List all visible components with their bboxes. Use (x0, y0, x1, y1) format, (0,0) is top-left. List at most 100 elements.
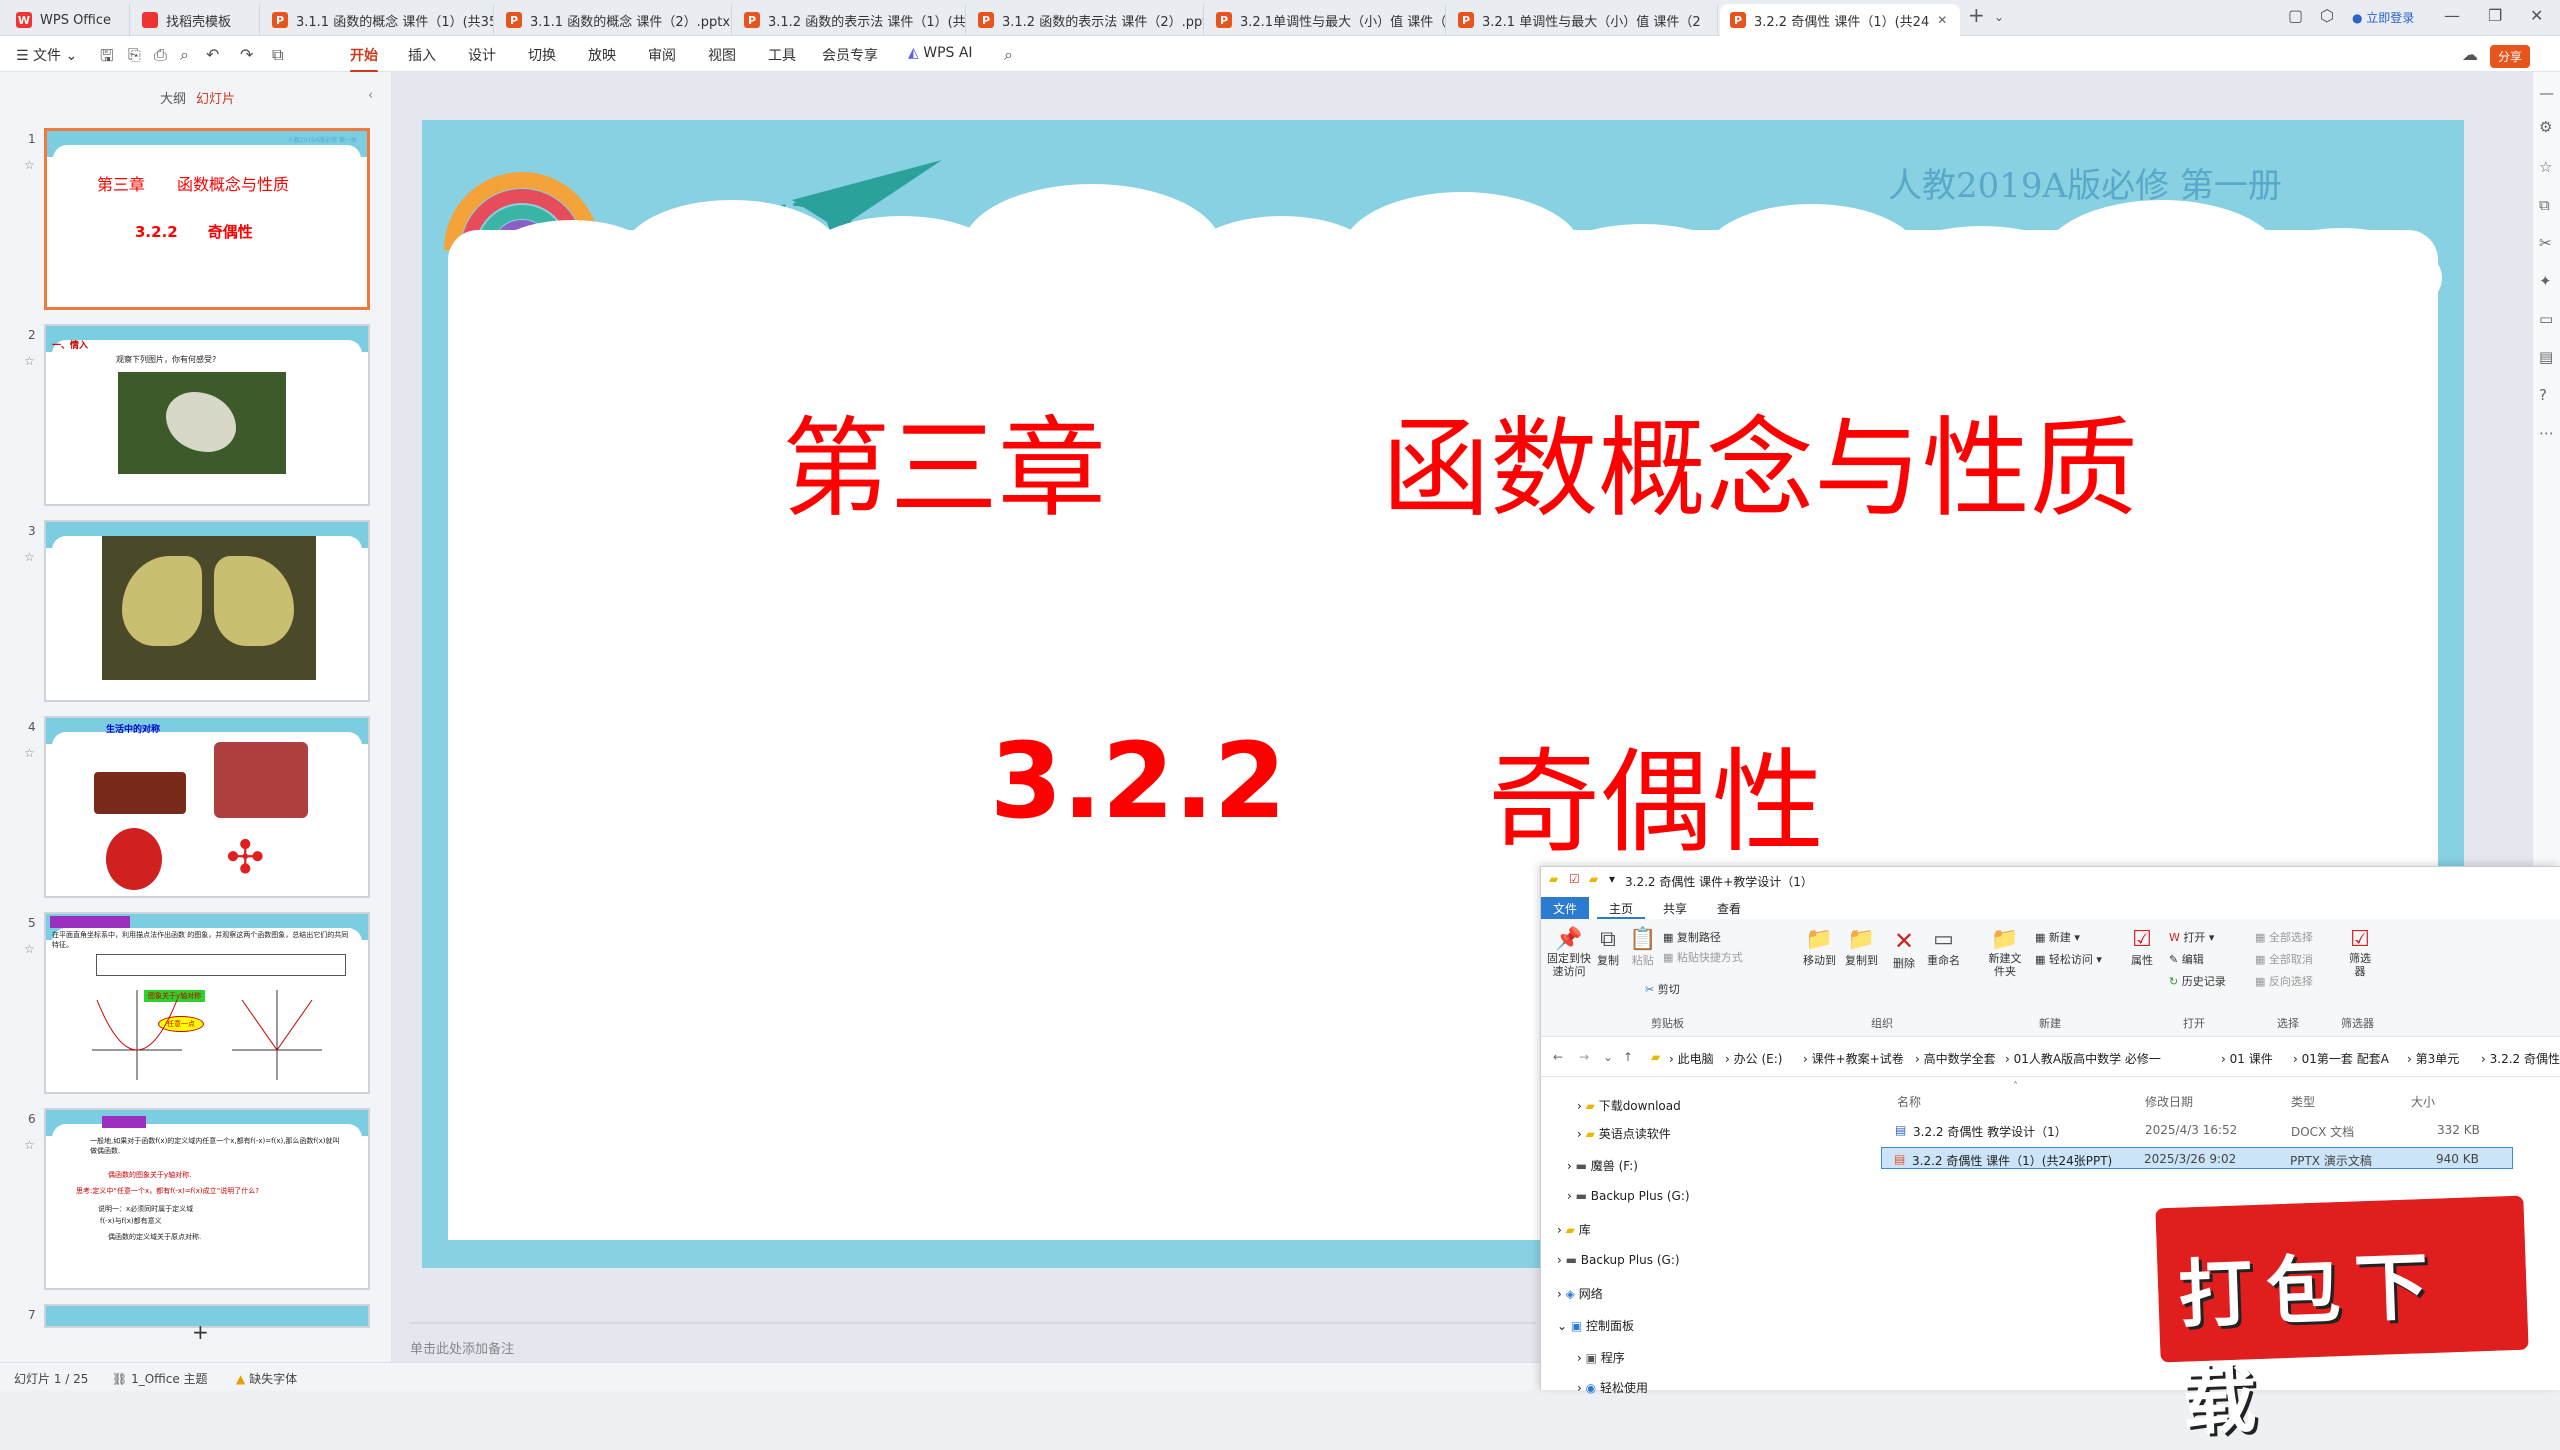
tree-item[interactable]: › ▣ 程序 (1577, 1349, 1625, 1366)
tab-doc-2[interactable]: P 3.1.1 函数的概念 课件（2）.pptx (496, 4, 732, 36)
tree-item[interactable]: › ▰ 下载download (1577, 1097, 1681, 1114)
menu-member[interactable]: 会员专享 (822, 45, 878, 65)
invert-selection-button[interactable]: ▦ 反向选择 (2255, 973, 2313, 989)
search-icon[interactable]: ⌕ (1004, 45, 1013, 65)
wps-ai-button[interactable]: ◭ WPS AI (908, 45, 973, 61)
tab-doc-1[interactable]: P 3.1.1 函数的概念 课件（1）(共35张 (262, 4, 494, 36)
chapter-label[interactable]: 第三章 (782, 382, 1106, 538)
file-menu[interactable]: ☰ 文件 ⌄ (16, 45, 77, 65)
undo-icon[interactable]: ↶ (206, 45, 219, 64)
easy-access-button[interactable]: ▦ 轻松访问 ▾ (2035, 951, 2102, 967)
copy-to-button[interactable]: 📁 复制到 (1845, 927, 1878, 968)
star-icon[interactable]: ☆ (2539, 158, 2552, 176)
recent-icon[interactable]: ⌄ (1603, 1050, 1613, 1064)
new-tab-button[interactable]: + (1968, 3, 1985, 27)
breadcrumb-7[interactable]: › 第3单元 (2407, 1050, 2459, 1067)
breadcrumb-5[interactable]: › 01 课件 (2221, 1050, 2273, 1067)
edit-button[interactable]: ✎ 编辑 (2169, 951, 2204, 967)
select-all-button[interactable]: ▦ 全部选择 (2255, 929, 2313, 945)
column-name[interactable]: 名称 (1897, 1093, 1921, 1110)
tools-icon[interactable]: ✂ (2539, 234, 2552, 252)
breadcrumb-6[interactable]: › 01第一套 配套A (2293, 1050, 2389, 1067)
export-icon[interactable]: ⎘ (128, 45, 141, 65)
column-type[interactable]: 类型 (2291, 1093, 2315, 1110)
section-number[interactable]: 3.2.2 (990, 720, 1286, 842)
star-icon[interactable]: ☆ (24, 746, 35, 760)
chevron-down-icon[interactable]: ⌄ (1994, 10, 2004, 24)
folder-icon[interactable]: ▰ (1589, 872, 1598, 886)
tree-item[interactable]: › ▰ 库 (1557, 1221, 1591, 1238)
breadcrumb-8[interactable]: › 3.2.2 奇偶性 (2481, 1050, 2560, 1067)
slide-thumb-6[interactable]: 一般地,如果对于函数f(x)的定义域内任意一个x,都有f(-x)=f(x),那么… (44, 1108, 370, 1290)
tab-doc-6[interactable]: P 3.2.1 单调性与最大（小）值 课件（2 (1448, 4, 1718, 36)
back-icon[interactable]: ← (1553, 1050, 1563, 1064)
menu-tools[interactable]: 工具 (768, 45, 796, 65)
breadcrumb-2[interactable]: › 课件+教案+试卷 (1803, 1050, 1904, 1067)
tree-item[interactable]: › ▰ 英语点读软件 (1577, 1125, 1671, 1142)
login-link[interactable]: ● 立即登录 (2352, 9, 2414, 26)
tab-template[interactable]: 找稻壳模板 (132, 4, 260, 36)
copy-button[interactable]: ⧉ 复制 (1597, 927, 1619, 968)
tree-item[interactable]: › ▬ 魔兽 (F:) (1567, 1157, 1638, 1174)
breadcrumb-0[interactable]: › 此电脑 (1669, 1050, 1714, 1067)
minus-icon[interactable]: — (2539, 84, 2554, 102)
theme-name[interactable]: ⛓ 1_Office 主题 (112, 1370, 208, 1387)
tab-doc-3[interactable]: P 3.1.2 函数的表示法 课件（1）(共28 (734, 4, 966, 36)
window-layout-icon[interactable]: ▢ (2288, 6, 2303, 25)
star-icon[interactable]: ☆ (24, 158, 35, 172)
check-icon[interactable]: ☑ (1569, 872, 1580, 886)
tree-item[interactable]: › ▬ Backup Plus (G:) (1557, 1253, 1680, 1267)
slide-thumb-3[interactable] (44, 520, 370, 702)
up-icon[interactable]: ↑ (1623, 1050, 1633, 1064)
notes-divider[interactable] (410, 1322, 1536, 1324)
notes-placeholder[interactable]: 单击此处添加备注 (410, 1338, 514, 1357)
save-icon[interactable]: 🖫 (100, 45, 114, 72)
share-button[interactable]: 分享 (2490, 45, 2531, 68)
window-icon[interactable]: ▭ (2539, 310, 2553, 328)
add-slide-button[interactable]: + (192, 1320, 209, 1344)
ribbon-tab-view[interactable]: 查看 (1705, 897, 1753, 919)
paste-shortcut-button[interactable]: ▦ 粘贴快捷方式 (1663, 949, 1743, 965)
tree-item[interactable]: › ◉ 轻松使用 (1577, 1379, 1648, 1396)
format-icon[interactable]: ⧉ (272, 45, 283, 65)
menu-slideshow[interactable]: 放映 (588, 45, 616, 65)
file-row-selected[interactable]: ▤ 3.2.2 奇偶性 课件（1）(共24张PPT) 2025/3/26 9:0… (1881, 1147, 2513, 1169)
column-date[interactable]: 修改日期 (2145, 1093, 2193, 1110)
ribbon-tab-home[interactable]: 主页 (1597, 897, 1646, 919)
paste-button[interactable]: 📋 粘贴 (1629, 927, 1656, 968)
breadcrumb-3[interactable]: › 高中数学全套 (1915, 1050, 1996, 1067)
breadcrumb-1[interactable]: › 办公 (E:) (1725, 1050, 1782, 1067)
tab-doc-5[interactable]: P 3.2.1单调性与最大（小）值 课件（1 (1206, 4, 1446, 36)
print-icon[interactable]: ⎙ (154, 45, 167, 65)
filter-button[interactable]: ☑ 筛选器 (2345, 927, 2375, 978)
properties-button[interactable]: ☑ 属性 (2131, 927, 2153, 968)
download-stamp[interactable]: 打包下载 (2155, 1195, 2529, 1446)
ribbon-tab-share[interactable]: 共享 (1651, 897, 1699, 919)
outline-tab[interactable]: 大纲 (160, 88, 186, 107)
menu-transition[interactable]: 切换 (528, 45, 556, 65)
section-title[interactable]: 奇偶性 (1488, 712, 1824, 874)
new-item-button[interactable]: ▦ 新建 ▾ (2035, 929, 2080, 945)
missing-font[interactable]: ▲ 缺失字体 (236, 1370, 297, 1387)
rename-button[interactable]: ▭ 重命名 (1927, 927, 1960, 968)
ribbon-tab-file[interactable]: 文件 (1541, 897, 1590, 919)
chapter-title[interactable]: 函数概念与性质 (1382, 382, 2138, 538)
tree-item[interactable]: › ◈ 网络 (1557, 1285, 1603, 1302)
cut-button[interactable]: ✂ 剪切 (1645, 981, 1680, 997)
menu-home[interactable]: 开始 (350, 45, 378, 73)
restore-icon[interactable]: ❐ (2488, 6, 2502, 25)
history-button[interactable]: ↻ 历史记录 (2169, 973, 2226, 989)
breadcrumb-4[interactable]: › 01人教A版高中数学 必修一 (2005, 1050, 2161, 1067)
forward-icon[interactable]: → (1579, 1050, 1589, 1064)
minimize-icon[interactable]: — (2444, 6, 2460, 25)
tab-doc-4[interactable]: P 3.1.2 函数的表示法 课件（2）.pptx (968, 4, 1204, 36)
tree-item[interactable]: › ▬ Backup Plus (G:) (1567, 1189, 1690, 1203)
pin-button[interactable]: 📌 固定到快速访问 (1547, 927, 1591, 978)
slide-thumb-4[interactable]: 生活中的对称 ✣ (44, 716, 370, 898)
open-button[interactable]: W 打开 ▾ (2169, 929, 2214, 945)
close-window-icon[interactable]: ✕ (2530, 6, 2543, 25)
slide-thumb-2[interactable]: 一、情入 观察下列图片，你有何感受? (44, 324, 370, 506)
star-icon[interactable]: ☆ (24, 354, 35, 368)
adjust-icon[interactable]: ⚙ (2539, 118, 2552, 136)
collapse-icon[interactable]: ‹ (368, 88, 373, 103)
